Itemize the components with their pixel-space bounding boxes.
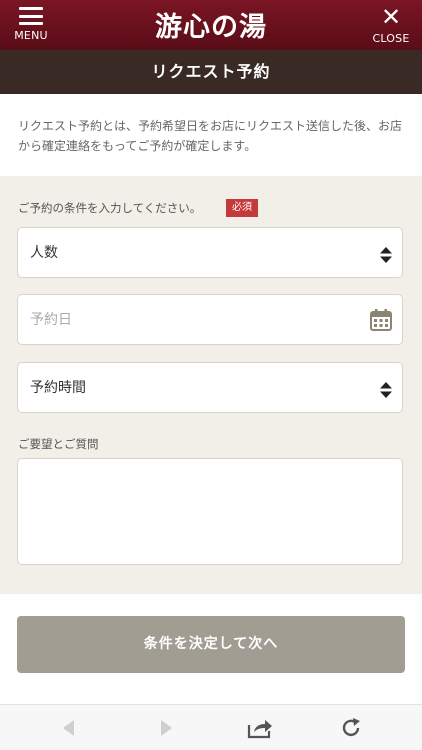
forward-arrow-icon[interactable] <box>155 717 177 739</box>
close-label: CLOSE <box>372 32 410 45</box>
close-button[interactable]: ✕ CLOSE <box>368 3 414 46</box>
top-header: MENU 游心の湯 ✕ CLOSE <box>0 0 422 50</box>
calendar-icon[interactable] <box>370 309 392 331</box>
intro-text: リクエスト予約とは、予約希望日をお店にリクエスト送信した後、お店から確定連絡をも… <box>18 119 403 153</box>
required-badge: 必須 <box>226 199 258 217</box>
updown-arrows-icon <box>380 382 392 398</box>
time-select-value: 予約時間 <box>30 380 86 396</box>
updown-arrows-icon <box>380 247 392 263</box>
reservation-form: ご予約の条件を入力してください。 必須 人数 予約日 予約時間 ご要望とご質問 <box>0 176 422 594</box>
time-select[interactable]: 予約時間 <box>17 362 403 413</box>
comment-label: ご要望とご質問 <box>18 437 99 451</box>
date-input[interactable]: 予約日 <box>17 294 403 345</box>
page-title: リクエスト予約 <box>0 50 422 94</box>
share-icon[interactable] <box>247 717 273 739</box>
reload-icon[interactable] <box>340 717 362 739</box>
back-arrow-icon[interactable] <box>58 717 80 739</box>
browser-toolbar <box>0 704 422 750</box>
people-select[interactable]: 人数 <box>17 227 403 278</box>
submit-button[interactable]: 条件を決定して次へ <box>17 616 405 673</box>
close-icon: ✕ <box>380 3 402 31</box>
people-select-value: 人数 <box>30 245 58 261</box>
comment-textarea[interactable] <box>17 458 403 565</box>
date-placeholder: 予約日 <box>30 312 72 328</box>
site-logo[interactable]: 游心の湯 <box>0 5 422 44</box>
condition-label: ご予約の条件を入力してください。 <box>18 201 202 215</box>
